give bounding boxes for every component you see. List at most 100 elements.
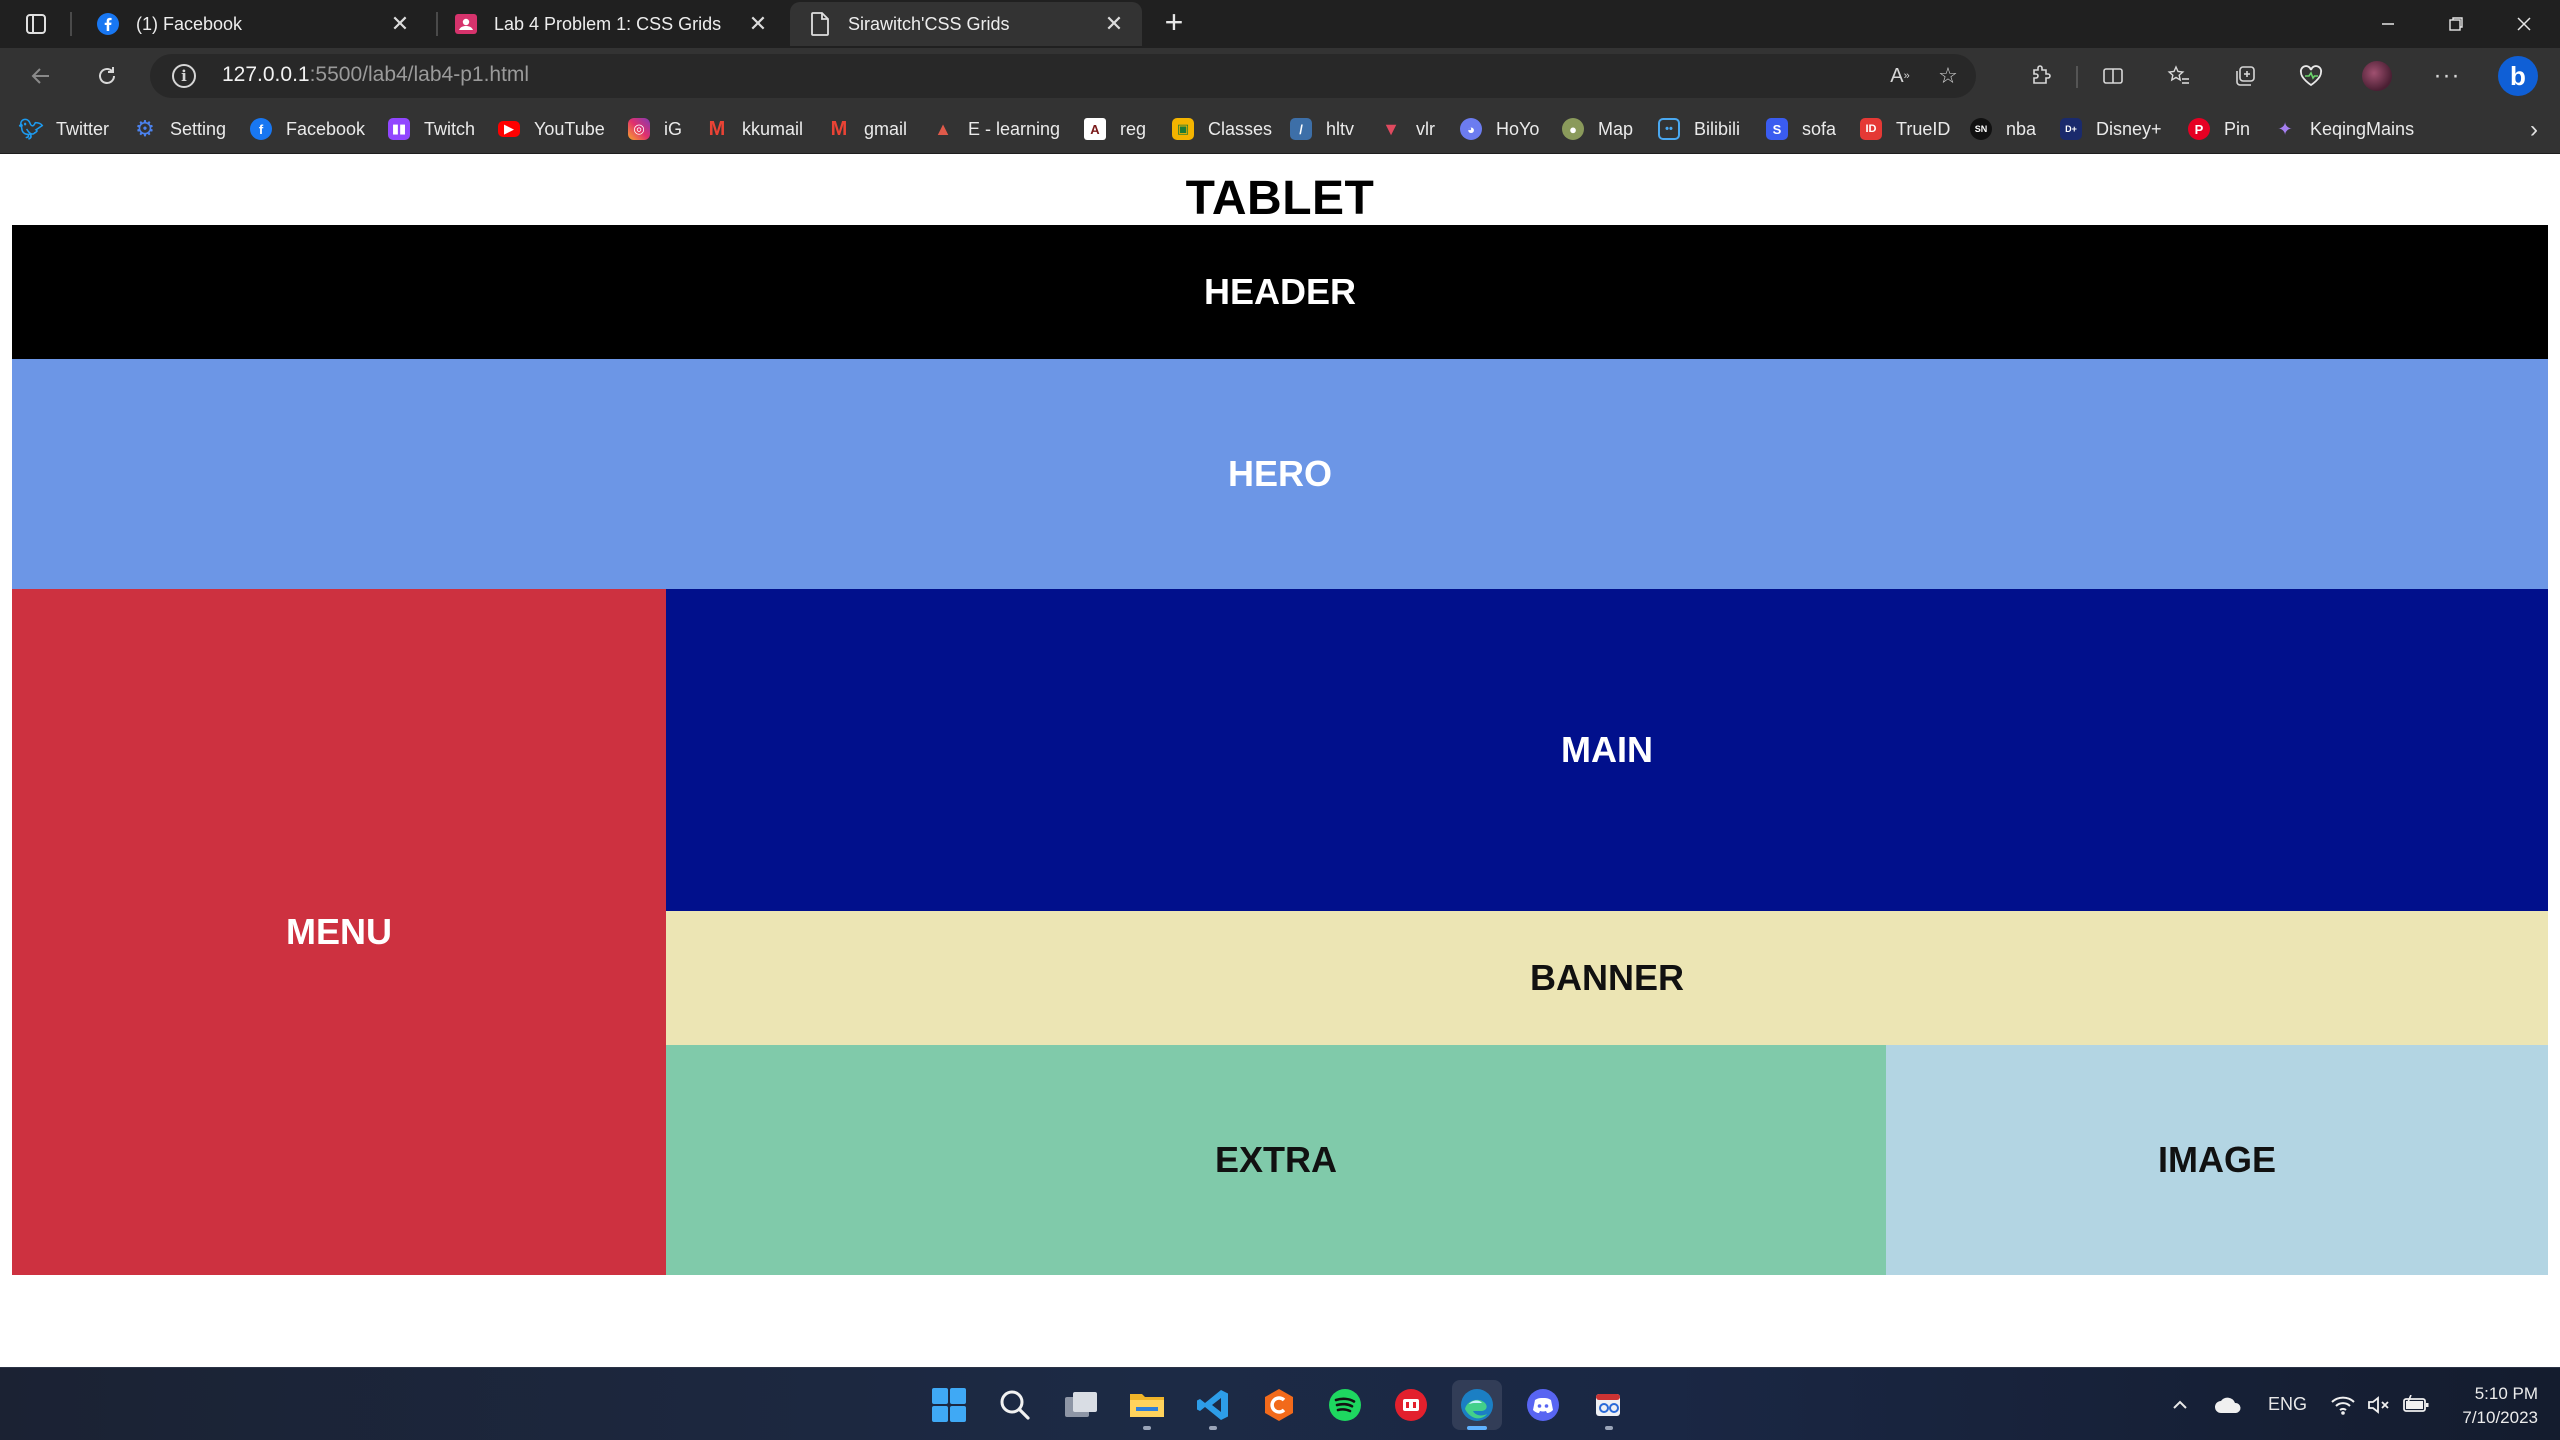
bookmark-hltv[interactable]: / hltv (1290, 116, 1354, 142)
sn-icon: SN (1970, 118, 1992, 140)
collections-button[interactable] (2226, 58, 2264, 94)
trueid-icon: ID (1860, 118, 1882, 140)
bookmark-bilibili[interactable]: •• Bilibili (1658, 116, 1740, 142)
cloud-icon (2215, 1397, 2241, 1413)
restore-button[interactable] (2422, 0, 2490, 48)
bookmark-label: Facebook (286, 118, 366, 139)
close-tab-button[interactable]: ✕ (746, 11, 770, 36)
back-button[interactable] (22, 58, 60, 94)
vlr-icon: ▼ (1382, 118, 1400, 139)
volume-button[interactable] (2366, 1368, 2392, 1440)
favorite-star-icon[interactable]: ☆ (1934, 62, 1962, 90)
bookmark-reg[interactable]: Areg (1084, 116, 1146, 142)
bookmark-label: E - learning (968, 118, 1061, 139)
bookmark-classes[interactable]: ▣ Classes (1172, 116, 1272, 142)
bookmark-nba[interactable]: SN nba (1970, 116, 2036, 142)
onedrive-button[interactable] (2214, 1368, 2242, 1440)
task-view-button[interactable] (1056, 1380, 1106, 1430)
profile-button[interactable] (2358, 58, 2396, 94)
taskbar-search-button[interactable] (990, 1380, 1040, 1430)
bookmark-kkumail[interactable]: Mkkumail (706, 116, 803, 142)
start-button[interactable] (924, 1380, 974, 1430)
bookmark-youtube[interactable]: ▶ YouTube (498, 116, 605, 142)
bookmark-gmail[interactable]: Mgmail (828, 116, 907, 142)
bookmark-instagram[interactable]: ◎ iG (628, 116, 682, 142)
site-info-icon[interactable]: i (172, 64, 196, 88)
bookmark-facebook[interactable]: f Facebook (250, 116, 365, 142)
new-tab-button[interactable]: + (1158, 6, 1190, 40)
bookmark-hoyo[interactable]: ◕ HoYo (1460, 116, 1539, 142)
tab-css-grids[interactable]: Sirawitch'CSS Grids ✕ (790, 2, 1142, 46)
browser-toolbar: i 127.0.0.1:5500/lab4/lab4-p1.html A» ☆ … (0, 48, 2560, 104)
close-window-button[interactable] (2490, 0, 2558, 48)
read-aloud-icon[interactable]: A» (1886, 62, 1914, 90)
refresh-button[interactable] (88, 58, 126, 94)
chevron-right-icon[interactable]: › (2530, 116, 2538, 144)
close-tab-button[interactable]: ✕ (1102, 11, 1126, 36)
language-indicator[interactable]: ENG (2268, 1368, 2307, 1440)
edge-icon (1461, 1389, 1493, 1421)
bookmark-label: Pin (2224, 118, 2251, 139)
heart-pulse-icon (2299, 65, 2323, 87)
vscode-button[interactable] (1188, 1380, 1238, 1430)
more-menu-button[interactable]: ··· (2428, 58, 2466, 94)
start-icon (932, 1388, 966, 1422)
close-icon (2517, 17, 2531, 31)
copilot-button[interactable]: b (2496, 56, 2540, 96)
keqing-icon: ✦ (2277, 118, 2293, 139)
extensions-button[interactable] (2022, 58, 2060, 94)
edge-button[interactable] (1452, 1380, 1502, 1430)
search-icon (1000, 1390, 1030, 1420)
grid-image: IMAGE (1886, 1045, 2548, 1275)
bookmark-twitch[interactable]: ▮▮ Twitch (388, 116, 475, 142)
app-red-button[interactable] (1386, 1380, 1436, 1430)
gear-icon: ⚙ (135, 116, 155, 141)
bookmark-twitter[interactable]: 🐦︎ Twitter (18, 116, 110, 142)
bookmark-e-learning[interactable]: ▲ E - learning (932, 116, 1060, 142)
puzzle-icon (2033, 65, 2051, 84)
avatar (2362, 61, 2392, 91)
bookmark-trueid[interactable]: ID TrueID (1860, 116, 1950, 142)
address-bar[interactable]: i 127.0.0.1:5500/lab4/lab4-p1.html A» ☆ (150, 54, 1976, 98)
discord-button[interactable] (1518, 1380, 1568, 1430)
app-orange-button[interactable] (1254, 1380, 1304, 1430)
bilibili-icon: •• (1658, 118, 1680, 140)
page-icon (808, 12, 832, 36)
favorites-button[interactable] (2160, 58, 2198, 94)
youtube-icon: ▶ (498, 121, 520, 137)
bookmark-pin[interactable]: P Pin (2188, 116, 2250, 142)
battery-button[interactable] (2402, 1368, 2430, 1440)
tab-title: (1) Facebook (136, 13, 243, 34)
bookmark-vlr[interactable]: ▼ vlr (1380, 116, 1435, 142)
bookmark-disney[interactable]: D+ Disney+ (2060, 116, 2162, 142)
bookmark-sofa[interactable]: Ssofa (1766, 116, 1836, 142)
network-button[interactable] (2330, 1368, 2356, 1440)
tray-overflow-button[interactable] (2170, 1368, 2190, 1440)
facebook-icon (96, 12, 120, 36)
snipping-tool-button[interactable] (1584, 1380, 1634, 1430)
bookmark-label: Classes (1208, 118, 1273, 139)
spotify-button[interactable] (1320, 1380, 1370, 1430)
bookmark-setting[interactable]: ⚙ Setting (134, 116, 226, 142)
classroom-icon (454, 12, 478, 36)
battery-charging-icon (2403, 1394, 2429, 1412)
minimize-button[interactable] (2354, 0, 2422, 48)
running-indicator (1605, 1426, 1613, 1430)
tab-lab4[interactable]: Lab 4 Problem 1: CSS Grids ✕ (436, 2, 786, 46)
grid-header: HEADER (12, 225, 2548, 359)
browser-essentials-button[interactable] (2292, 58, 2330, 94)
tab-actions-button[interactable] (18, 10, 54, 38)
bookmark-label: Twitter (56, 118, 110, 139)
rocket-icon: ▲ (934, 118, 952, 139)
disney-icon: D+ (2060, 118, 2082, 140)
system-clock[interactable]: 5:10 PM 7/10/2023 (2462, 1382, 2538, 1430)
desktop: { "tabs": [ {"title": "(1) Facebook", "i… (0, 0, 2560, 1440)
url-text[interactable]: 127.0.0.1:5500/lab4/lab4-p1.html (222, 63, 529, 87)
file-explorer-button[interactable] (1122, 1380, 1172, 1430)
bookmark-map[interactable]: ● Map (1562, 116, 1633, 142)
tab-facebook[interactable]: (1) Facebook ✕ (78, 2, 428, 46)
tab-actions-icon (26, 14, 46, 34)
close-tab-button[interactable]: ✕ (388, 11, 412, 36)
bookmark-keqingmains[interactable]: ✦ KeqingMains (2274, 116, 2414, 142)
split-screen-button[interactable] (2094, 58, 2132, 94)
